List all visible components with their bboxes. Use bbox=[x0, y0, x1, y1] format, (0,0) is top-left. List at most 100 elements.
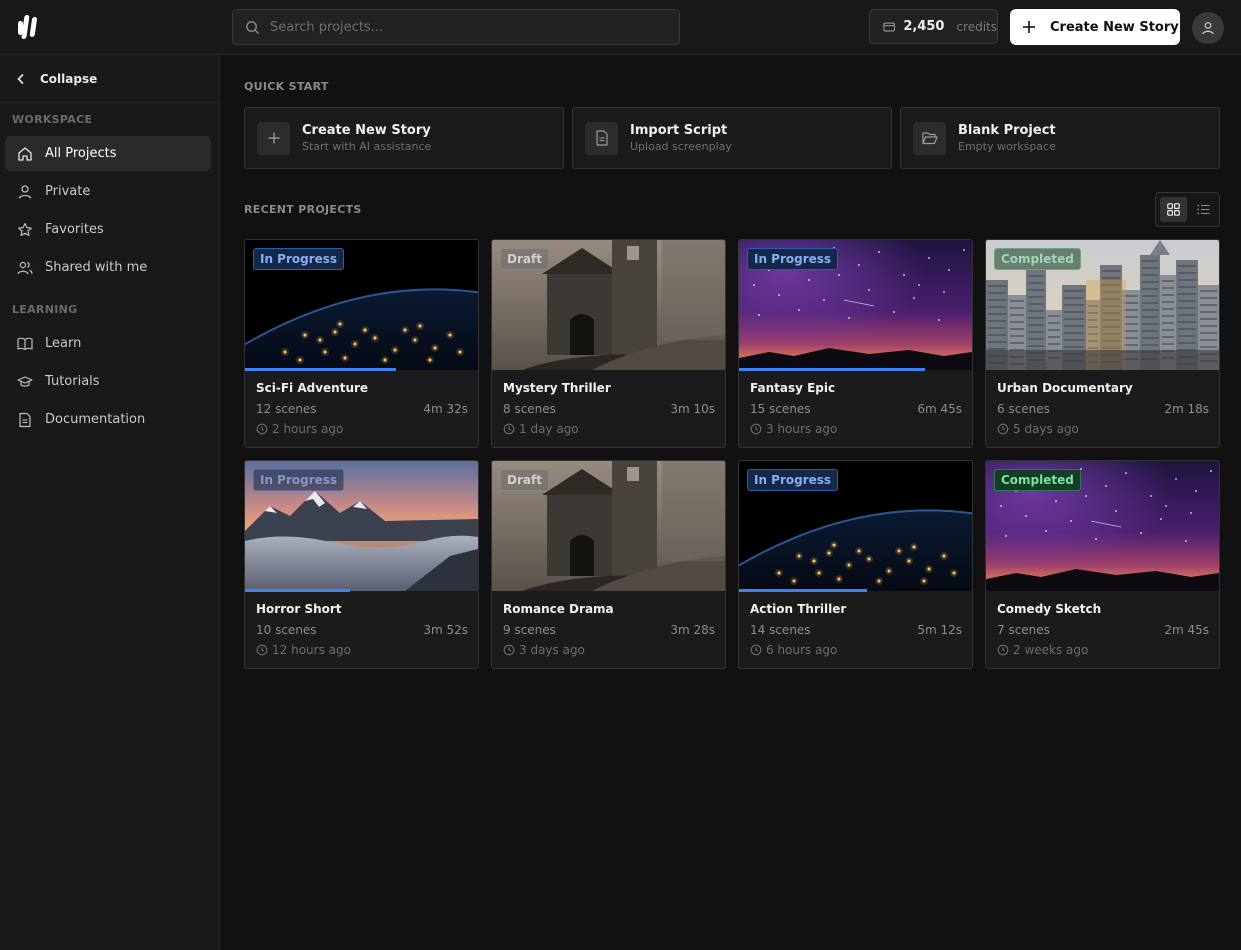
sidebar: Collapse WORKSPACE All Projects Private … bbox=[0, 55, 220, 950]
project-updated-label: 12 hours ago bbox=[272, 643, 351, 657]
user-icon bbox=[1202, 22, 1214, 35]
project-updated-label: 5 days ago bbox=[1013, 422, 1079, 436]
sidebar-item-label: Learn bbox=[45, 336, 82, 351]
project-title: Mystery Thriller bbox=[503, 381, 611, 395]
project-updated: 3 hours ago bbox=[750, 422, 837, 436]
project-scene-count: 12 scenes bbox=[256, 402, 317, 416]
clock-icon bbox=[750, 423, 762, 435]
project-updated-label: 2 weeks ago bbox=[1013, 643, 1089, 657]
quick-start-create-new-story[interactable]: Create New Story Start with AI assistanc… bbox=[244, 107, 564, 169]
project-progress-bar bbox=[245, 589, 350, 592]
sidebar-item-tutorials[interactable]: Tutorials bbox=[5, 364, 211, 399]
project-updated: 6 hours ago bbox=[750, 643, 837, 657]
clock-icon bbox=[503, 423, 515, 435]
quick-start-blank-project[interactable]: Blank Project Empty workspace bbox=[900, 107, 1220, 169]
project-title: Urban Documentary bbox=[997, 381, 1133, 395]
search-box[interactable] bbox=[232, 9, 680, 45]
user-icon bbox=[18, 184, 32, 199]
project-title: Action Thriller bbox=[750, 602, 847, 616]
project-duration: 2m 45s bbox=[1164, 623, 1209, 637]
project-card[interactable]: Completed Urban Documentary 6 scenes 2m … bbox=[985, 239, 1220, 448]
sidebar-item-documentation[interactable]: Documentation bbox=[5, 402, 211, 437]
list-view-button[interactable] bbox=[1190, 197, 1217, 222]
status-badge: In Progress bbox=[253, 469, 345, 491]
quick-start-title: QUICK START bbox=[244, 80, 329, 93]
collapse-button[interactable]: Collapse bbox=[0, 55, 219, 103]
view-toggle bbox=[1155, 192, 1220, 227]
project-progress-bar bbox=[245, 368, 396, 371]
grid-view-button[interactable] bbox=[1160, 197, 1187, 222]
clock-icon bbox=[256, 644, 268, 656]
list-icon bbox=[1197, 204, 1210, 215]
status-badge: In Progress bbox=[253, 248, 345, 270]
search-icon bbox=[246, 20, 260, 34]
collapse-label: Collapse bbox=[40, 71, 98, 86]
sidebar-item-private[interactable]: Private bbox=[5, 174, 211, 209]
project-updated: 2 hours ago bbox=[256, 422, 343, 436]
project-card[interactable]: In Progress Action Thriller 14 scenes 5m… bbox=[738, 460, 973, 669]
status-badge: Completed bbox=[994, 469, 1081, 491]
sidebar-item-learn[interactable]: Learn bbox=[5, 326, 211, 361]
home-icon bbox=[18, 146, 32, 161]
sidebar-item-all-projects[interactable]: All Projects bbox=[5, 136, 211, 171]
quick-start-card-subtitle: Start with AI assistance bbox=[302, 140, 432, 153]
grid-icon bbox=[1167, 203, 1180, 216]
credit-card-icon bbox=[883, 22, 895, 31]
project-duration: 2m 18s bbox=[1164, 402, 1209, 416]
status-badge: Draft bbox=[500, 469, 549, 491]
workspace-section-title: WORKSPACE bbox=[12, 113, 93, 126]
project-scene-count: 10 scenes bbox=[256, 623, 317, 637]
users-icon bbox=[17, 261, 33, 274]
quick-start-import-script[interactable]: Import Script Upload screenplay bbox=[572, 107, 892, 169]
create-new-story-button[interactable]: Create New Story bbox=[1010, 9, 1180, 45]
sidebar-item-label: Tutorials bbox=[45, 374, 100, 389]
project-duration: 5m 12s bbox=[917, 623, 962, 637]
project-card[interactable]: Completed Comedy Sketch 7 scenes 2m 45s … bbox=[985, 460, 1220, 669]
project-updated-label: 1 day ago bbox=[519, 422, 579, 436]
create-new-story-label: Create New Story bbox=[1050, 19, 1179, 35]
project-progress-bar bbox=[739, 368, 925, 371]
project-duration: 6m 45s bbox=[917, 402, 962, 416]
project-title: Sci-Fi Adventure bbox=[256, 381, 369, 395]
project-scene-count: 9 scenes bbox=[503, 623, 556, 637]
project-title: Comedy Sketch bbox=[997, 602, 1102, 616]
project-scene-count: 14 scenes bbox=[750, 623, 811, 637]
sidebar-item-favorites[interactable]: Favorites bbox=[5, 212, 211, 247]
sidebar-item-label: Documentation bbox=[45, 412, 146, 427]
project-title: Horror Short bbox=[256, 602, 342, 616]
app-logo-icon[interactable] bbox=[16, 12, 44, 42]
top-bar: 2,450 credits Create New Story bbox=[0, 0, 1241, 55]
project-updated-label: 6 hours ago bbox=[766, 643, 838, 657]
quick-start-card-title: Blank Project bbox=[958, 123, 1056, 138]
book-open-icon bbox=[17, 337, 33, 350]
project-card[interactable]: In Progress Fantasy Epic 15 scenes 6m 45… bbox=[738, 239, 973, 448]
project-scene-count: 15 scenes bbox=[750, 402, 811, 416]
status-badge: In Progress bbox=[747, 469, 839, 491]
status-badge: In Progress bbox=[747, 248, 839, 270]
sidebar-item-shared-with-me[interactable]: Shared with me bbox=[5, 250, 211, 285]
project-updated-label: 3 days ago bbox=[519, 643, 585, 657]
sidebar-item-label: All Projects bbox=[45, 146, 117, 161]
project-updated: 2 weeks ago bbox=[997, 643, 1088, 657]
search-input[interactable] bbox=[270, 19, 650, 35]
project-updated-label: 3 hours ago bbox=[766, 422, 838, 436]
project-card[interactable]: Draft Mystery Thriller 8 scenes 3m 10s 1… bbox=[491, 239, 726, 448]
project-duration: 3m 52s bbox=[423, 623, 468, 637]
project-card[interactable]: Draft Romance Drama 9 scenes 3m 28s 3 da… bbox=[491, 460, 726, 669]
clock-icon bbox=[503, 644, 515, 656]
project-card[interactable]: In Progress Horror Short 10 scenes 3m 52… bbox=[244, 460, 479, 669]
project-title: Fantasy Epic bbox=[750, 381, 836, 395]
document-icon bbox=[19, 412, 31, 427]
plus-icon bbox=[257, 121, 290, 155]
sidebar-item-label: Favorites bbox=[45, 222, 104, 237]
project-scene-count: 7 scenes bbox=[997, 623, 1050, 637]
project-card[interactable]: In Progress Sci-Fi Adventure 12 scenes 4… bbox=[244, 239, 479, 448]
file-text-icon bbox=[585, 121, 618, 155]
user-avatar[interactable] bbox=[1192, 12, 1224, 44]
plus-icon bbox=[1023, 21, 1035, 33]
credits-amount: 2,450 bbox=[903, 19, 945, 34]
quick-start-card-subtitle: Upload screenplay bbox=[630, 140, 732, 153]
project-scene-count: 6 scenes bbox=[997, 402, 1050, 416]
credits-display[interactable]: 2,450 credits bbox=[869, 9, 998, 44]
star-icon bbox=[18, 222, 32, 236]
